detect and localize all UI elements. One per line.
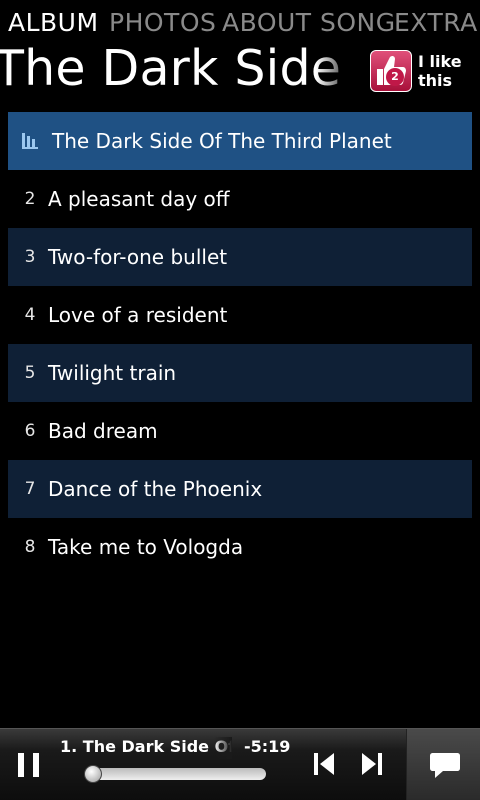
track-title: Bad dream bbox=[48, 419, 158, 443]
tab-photos[interactable]: PHOTOS bbox=[109, 8, 216, 37]
like-count: 2 bbox=[386, 68, 404, 86]
track-row-6[interactable]: 6 Bad dream bbox=[8, 402, 472, 460]
track-title: Twilight train bbox=[48, 361, 177, 385]
album-title-container: The Dark Side Of The Third Planet bbox=[0, 40, 356, 106]
track-row-1[interactable]: The Dark Side Of The Third Planet bbox=[8, 112, 472, 170]
track-title: Two-for-one bullet bbox=[48, 245, 228, 269]
equalizer-icon bbox=[22, 133, 38, 149]
track-number: 5 bbox=[24, 363, 36, 383]
title-fade bbox=[316, 40, 356, 106]
progress-bar[interactable] bbox=[86, 768, 266, 780]
progress-thumb[interactable] bbox=[84, 765, 102, 783]
track-number: 7 bbox=[24, 479, 36, 499]
track-row-8[interactable]: 8 Take me to Vologda bbox=[8, 518, 472, 576]
player-bar: 1. The Dark Side Of The Third Planet -5:… bbox=[0, 728, 480, 800]
track-title: Take me to Vologda bbox=[48, 535, 244, 559]
like-label: I like this bbox=[418, 52, 462, 90]
now-playing-container: 1. The Dark Side Of The Third Planet bbox=[60, 737, 232, 759]
track-list: The Dark Side Of The Third Planet 2 A pl… bbox=[8, 112, 472, 576]
tab-album[interactable]: ALBUM bbox=[8, 8, 99, 37]
chat-bubble-icon bbox=[430, 753, 460, 778]
track-row-7[interactable]: 7 Dance of the Phoenix bbox=[8, 460, 472, 518]
like-button[interactable]: 2 I like this bbox=[368, 48, 476, 96]
comments-button[interactable] bbox=[406, 729, 480, 800]
now-playing-fade bbox=[214, 737, 232, 759]
track-number: 2 bbox=[24, 189, 36, 209]
skip-previous-icon[interactable] bbox=[310, 749, 338, 779]
track-row-5[interactable]: 5 Twilight train bbox=[8, 344, 472, 402]
track-number: 4 bbox=[24, 305, 36, 325]
tab-about-song[interactable]: ABOUT SONG bbox=[222, 8, 396, 37]
track-row-2[interactable]: 2 A pleasant day off bbox=[8, 170, 472, 228]
pause-icon[interactable] bbox=[14, 749, 44, 781]
track-title: Love of a resident bbox=[48, 303, 228, 327]
track-title: The Dark Side Of The Third Planet bbox=[52, 129, 392, 153]
time-remaining: -5:19 bbox=[244, 737, 291, 756]
skip-next-icon[interactable] bbox=[358, 749, 386, 779]
track-row-4[interactable]: 4 Love of a resident bbox=[8, 286, 472, 344]
tab-bar: ALBUM PHOTOS ABOUT SONG EXTRA bbox=[0, 8, 480, 42]
album-title: The Dark Side Of The Third Planet bbox=[0, 40, 356, 97]
track-row-3[interactable]: 3 Two-for-one bullet bbox=[8, 228, 472, 286]
tab-extra[interactable]: EXTRA bbox=[394, 8, 478, 37]
track-number: 3 bbox=[24, 247, 36, 267]
track-title: Dance of the Phoenix bbox=[48, 477, 263, 501]
track-title: A pleasant day off bbox=[48, 187, 230, 211]
track-number: 8 bbox=[24, 537, 36, 557]
track-number: 6 bbox=[24, 421, 36, 441]
now-playing-title: 1. The Dark Side Of The Third Planet bbox=[60, 737, 232, 756]
thumbs-up-icon: 2 bbox=[370, 50, 412, 92]
